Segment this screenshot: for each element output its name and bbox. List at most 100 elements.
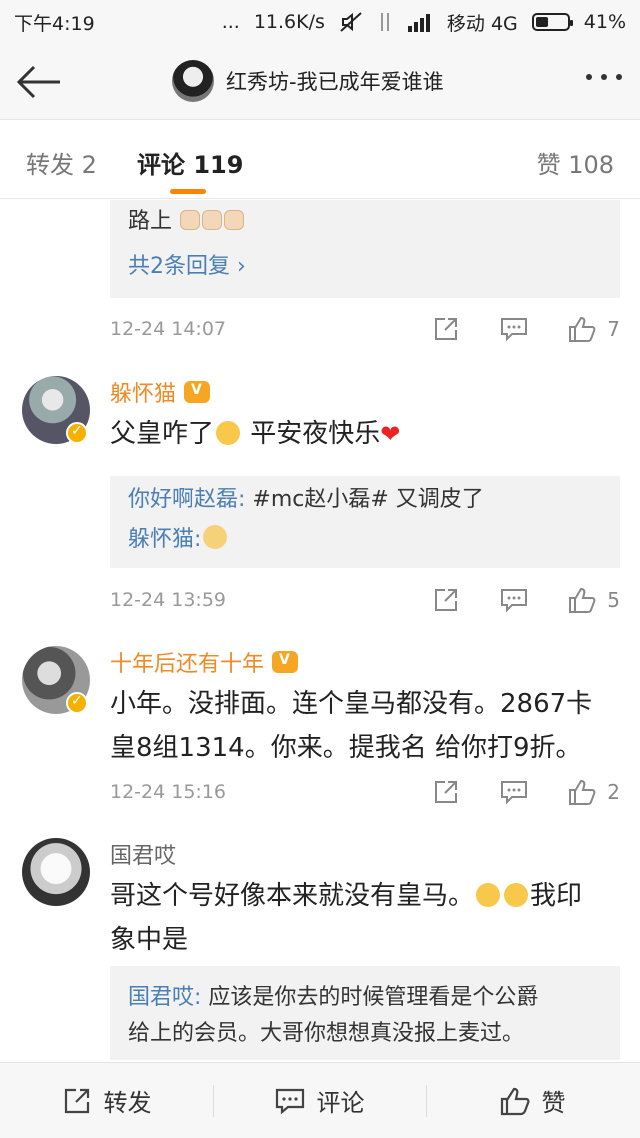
nav-center[interactable]: 红秀坊-我已成年爱谁谁 [172, 60, 444, 102]
like-count: 5 [607, 588, 620, 612]
tab-like[interactable]: 赞 108 [537, 145, 614, 180]
comment-text-line: 哥这个号好像本来就没有皇马。 我印 [110, 874, 620, 918]
comment-time: 12-24 13:59 [110, 589, 227, 611]
list-item: 你好啊赵磊: #mc赵小磊# 又调皮了 [128, 480, 602, 520]
reply-author[interactable]: 国君哎: [128, 985, 201, 1010]
like-count: 2 [607, 780, 620, 804]
status-bar: 下午4:19 ... 11.6K/s 移动 4G 41% [0, 0, 640, 44]
share-icon[interactable] [431, 585, 461, 615]
like-icon[interactable] [567, 777, 597, 807]
comment-text: 哥这个号好像本来就没有皇马。 我印 象中是 [110, 874, 620, 962]
heart-emoji-icon: ❤ [380, 420, 401, 448]
share-icon[interactable] [431, 777, 461, 807]
comment-icon[interactable] [499, 777, 529, 807]
like-label: 赞 [541, 1089, 566, 1117]
comment-text-line: 象中是 [110, 925, 189, 955]
network-speed: 11.6K/s [253, 11, 325, 33]
notification-dots: ... [221, 11, 240, 33]
comment-actions: 2 [393, 774, 620, 810]
status-indicators: ... 11.6K/s 移动 4G 41% [222, 9, 626, 36]
avatar[interactable] [172, 60, 214, 102]
comment-author[interactable]: 十年后还有十年 [110, 646, 299, 678]
tab-repost[interactable]: 转发 2 [26, 145, 97, 180]
repost-label: 转发 [103, 1089, 152, 1117]
reply-text: 路上 [128, 209, 173, 234]
comment-text-part: 我印 [530, 881, 583, 911]
like-icon[interactable] [567, 585, 597, 615]
tab-bar: 转发 2 评论 119 赞 108 [0, 121, 640, 199]
reply-author[interactable]: 你好啊赵磊: [128, 487, 245, 512]
comment-actions: 5 [393, 582, 620, 618]
back-arrow-icon [16, 65, 60, 99]
list-item: 路上 [128, 202, 602, 242]
comment-list[interactable]: 路上 共2条回复 › 12-24 14:07 7 躲怀猫 父皇咋了 平安夜快乐❤… [0, 200, 640, 1060]
sad-emoji-icon [203, 525, 228, 549]
nav-bar: 红秀坊-我已成年爱谁谁 [0, 44, 640, 120]
author-name: 十年后还有十年 [110, 652, 265, 677]
like-count: 7 [607, 317, 620, 341]
thinking-emoji-icon [216, 421, 241, 445]
comment-icon[interactable] [499, 314, 529, 344]
reply-text: 给上的会员。大哥你想想真没报上麦过。 [128, 1021, 525, 1046]
list-item: 国君哎: 应该是你去的时候管理看是个公爵 [128, 980, 602, 1016]
more-options-icon[interactable] [586, 74, 622, 80]
data-transfer-icon [377, 11, 393, 33]
list-item: 躲怀猫: [128, 520, 602, 560]
repost-button[interactable]: 转发 [0, 1063, 213, 1138]
battery-icon [531, 13, 573, 31]
comment-label: 评论 [316, 1089, 365, 1117]
comment-author[interactable]: 国君哎 [110, 838, 176, 870]
comment-text: 小年。没排面。连个皇马都没有。2867卡 皇8组1314。你来。提我名 给你打9… [110, 682, 620, 770]
smile-emoji-icon [504, 883, 529, 907]
battery-percent: 41% [583, 11, 626, 33]
smile-emoji-icon [476, 883, 501, 907]
reply-box[interactable]: 路上 共2条回复 › [110, 200, 620, 298]
reply-box[interactable]: 你好啊赵磊: #mc赵小磊# 又调皮了 躲怀猫: [110, 476, 620, 568]
cat-emoji-icon [180, 210, 201, 230]
comment-meta: 12-24 15:16 2 [110, 774, 620, 810]
comment-text-part: 哥这个号好像本来就没有皇马。 [110, 881, 475, 911]
comment-text-part: 父皇咋了 [110, 419, 215, 449]
page-title: 红秀坊-我已成年爱谁谁 [226, 70, 444, 94]
comment-time: 12-24 15:16 [110, 781, 227, 803]
comment-icon[interactable] [499, 585, 529, 615]
comment-meta: 12-24 14:07 7 [110, 311, 620, 347]
like-button[interactable]: 赞 [426, 1063, 639, 1138]
verified-badge-icon [66, 692, 88, 714]
author-name: 国君哎 [110, 844, 177, 869]
signal-icon [407, 12, 433, 32]
mute-icon [339, 11, 363, 33]
vip-crown-icon [272, 651, 299, 673]
like-icon[interactable] [567, 314, 597, 344]
comment-button[interactable]: 评论 [213, 1063, 426, 1138]
status-time: 下午4:19 [14, 12, 95, 35]
share-icon[interactable] [431, 314, 461, 344]
comment-author[interactable]: 躲怀猫 [110, 376, 211, 408]
comment-meta: 12-24 13:59 5 [110, 582, 620, 618]
comment-text: 父皇咋了 平安夜快乐❤ [110, 412, 620, 456]
vip-crown-icon [184, 381, 211, 403]
reply-text: #mc赵小磊# 又调皮了 [245, 487, 484, 512]
cat-emoji-icon [202, 210, 223, 230]
share-icon [64, 1088, 89, 1113]
verified-badge-icon [66, 422, 88, 444]
cat-emoji-icon [224, 210, 245, 230]
bottom-toolbar: 转发 评论 赞 [0, 1062, 640, 1138]
comment-text-part: 平安夜快乐 [242, 419, 381, 449]
author-name: 躲怀猫 [110, 382, 177, 407]
like-icon [500, 1087, 529, 1115]
more-replies-link[interactable]: 共2条回复 › [128, 248, 602, 280]
comment-text-line: 小年。没排面。连个皇马都没有。2867卡 [110, 689, 593, 719]
avatar[interactable] [22, 838, 90, 906]
comment-icon [275, 1088, 304, 1114]
reply-author[interactable]: 躲怀猫: [128, 527, 201, 552]
back-button[interactable] [16, 62, 62, 102]
comment-text-line: 皇8组1314。你来。提我名 给你打9折。 [110, 733, 582, 763]
carrier-label: 移动 4G [446, 12, 518, 35]
tab-active-indicator [170, 189, 206, 194]
comment-time: 12-24 14:07 [110, 318, 227, 340]
reply-text: 应该是你去的时候管理看是个公爵 [201, 985, 539, 1010]
comment-actions: 7 [393, 311, 620, 347]
reply-box[interactable]: 国君哎: 应该是你去的时候管理看是个公爵 给上的会员。大哥你想想真没报上麦过。 [110, 966, 620, 1060]
tab-comment[interactable]: 评论 119 [137, 145, 243, 180]
